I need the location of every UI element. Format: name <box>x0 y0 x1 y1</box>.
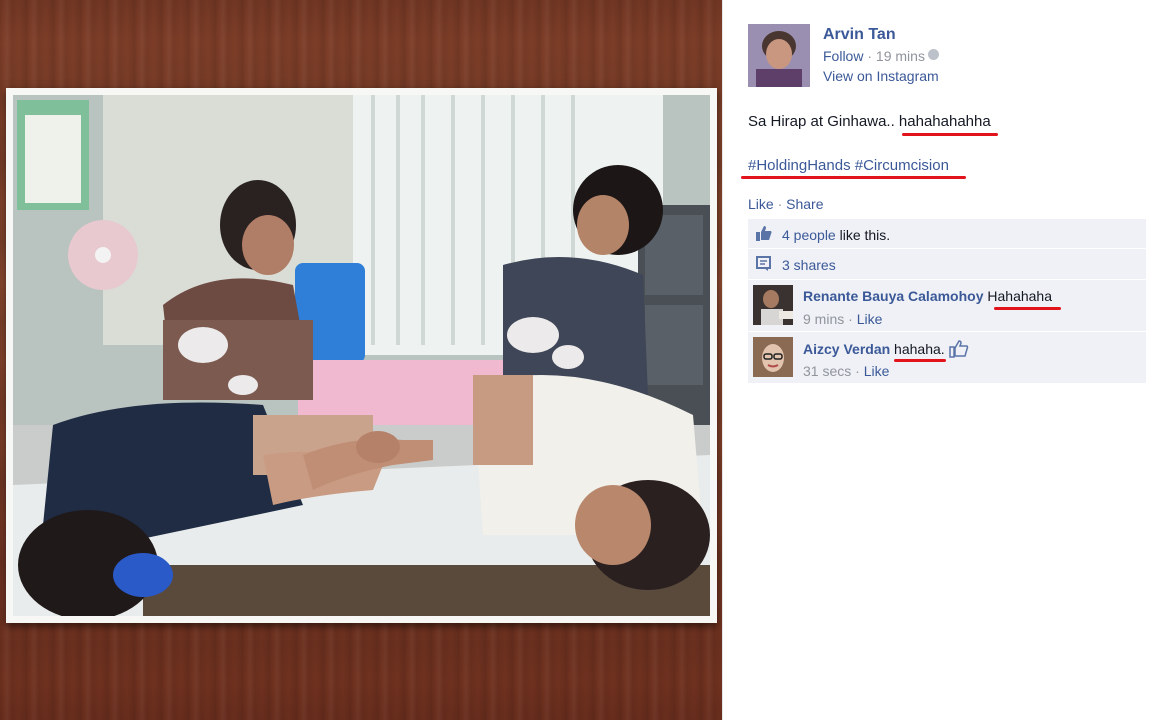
comment-timestamp[interactable]: 31 secs <box>803 363 851 379</box>
comment-separator: · <box>844 311 857 327</box>
comment-item: Renante Bauya Calamohoy Hahahaha 9 mins … <box>748 280 1146 332</box>
meta-separator: · <box>863 48 876 64</box>
commenter-avatar[interactable] <box>753 285 793 325</box>
post-photo[interactable] <box>13 95 710 616</box>
comment-text: Hahahaha <box>987 288 1053 304</box>
caption-laugh: hahahahahha <box>898 113 991 130</box>
post-actions: Like · Share <box>748 196 824 212</box>
author-name[interactable]: Arvin Tan <box>823 26 896 44</box>
comment-like-thumb-icon[interactable] <box>948 340 969 358</box>
comment-like-link[interactable]: Like <box>857 311 883 327</box>
hashtag-link[interactable]: #Circumcision <box>855 157 949 174</box>
post-caption: Sa Hirap at Ginhawa.. hahahahahha <box>748 113 991 130</box>
hashtag-link[interactable]: #HoldingHands <box>748 157 851 174</box>
action-separator: · <box>773 196 787 212</box>
share-link[interactable]: Share <box>786 196 823 212</box>
commenter-name[interactable]: Aizcy Verdan <box>803 341 890 357</box>
photo-frame <box>6 88 717 623</box>
comment-timestamp[interactable]: 9 mins <box>803 311 844 327</box>
comment-item: Aizcy Verdan hahaha. 31 secs · Like <box>748 332 1146 384</box>
post-timestamp[interactable]: 19 mins <box>876 48 925 64</box>
like-link[interactable]: Like <box>748 196 774 212</box>
feedback-box: 4 people like this. 3 shares Renante Bau… <box>748 219 1146 384</box>
shares-count-link[interactable]: 3 shares <box>782 257 836 273</box>
commenter-avatar[interactable] <box>753 337 793 377</box>
wood-background <box>0 0 722 720</box>
thumbs-up-icon <box>756 226 772 241</box>
post-meta: Follow · 19 mins <box>823 48 939 64</box>
globe-icon <box>927 49 939 60</box>
caption-text: Sa Hirap at Ginhawa.. <box>748 113 899 130</box>
comment-separator: · <box>851 363 864 379</box>
annotation-underline <box>902 133 998 136</box>
comment-like-link[interactable]: Like <box>864 363 890 379</box>
shares-icon <box>756 256 771 271</box>
comment-text: hahaha. <box>894 341 945 357</box>
annotation-underline <box>894 359 946 362</box>
likes-text: like this. <box>835 227 891 243</box>
follow-link[interactable]: Follow <box>823 48 863 64</box>
annotation-underline <box>994 307 1061 310</box>
post-sidebar: Arvin Tan Follow · 19 mins View on Insta… <box>722 0 1152 720</box>
likes-summary: 4 people like this. <box>748 219 1146 249</box>
commenter-name[interactable]: Renante Bauya Calamohoy <box>803 288 984 304</box>
annotation-underline <box>741 176 966 179</box>
view-on-instagram-link[interactable]: View on Instagram <box>823 68 939 84</box>
shares-summary: 3 shares <box>748 249 1146 280</box>
post-hashtags: #HoldingHands #Circumcision <box>748 157 949 174</box>
author-avatar[interactable] <box>748 24 810 87</box>
likes-count-link[interactable]: 4 people <box>782 227 836 243</box>
